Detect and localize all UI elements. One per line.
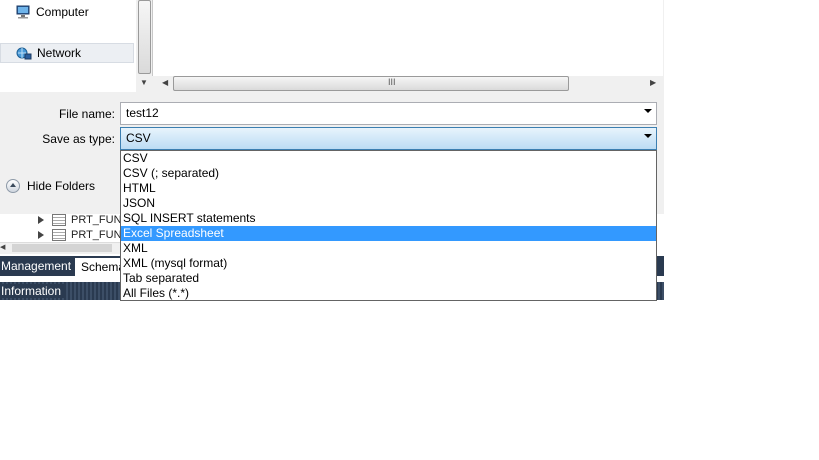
- nav-item-label: Computer: [36, 5, 89, 19]
- file-type-option[interactable]: HTML: [121, 181, 656, 196]
- expand-arrow-icon[interactable]: [38, 216, 44, 224]
- tab-management-label: Management: [1, 259, 72, 273]
- nav-item-label: Network: [37, 46, 82, 60]
- table-icon: [52, 214, 66, 226]
- file-type-option[interactable]: XML: [121, 241, 656, 256]
- file-type-dropdown-list: CSV CSV (; separated) HTML JSON SQL INSE…: [120, 150, 657, 301]
- file-list-horizontal-scrollbar[interactable]: ◀ III ▶: [152, 76, 662, 92]
- file-list-pane[interactable]: [152, 0, 663, 76]
- file-type-option[interactable]: Tab separated: [121, 271, 656, 286]
- save-as-type-select[interactable]: CSV: [120, 127, 657, 150]
- information-label: Information: [1, 284, 65, 298]
- computer-icon: [16, 5, 30, 19]
- file-type-option[interactable]: XML (mysql format): [121, 256, 656, 271]
- file-type-option[interactable]: All Files (*.*): [121, 286, 656, 301]
- scroll-right-icon[interactable]: ▶: [650, 78, 656, 87]
- scroll-thumb[interactable]: [138, 0, 151, 74]
- scroll-thumb[interactable]: III: [173, 76, 569, 91]
- tab-schema[interactable]: Schema: [75, 258, 125, 276]
- nav-item-computer[interactable]: Computer: [0, 2, 134, 22]
- scroll-left-icon[interactable]: ◀: [162, 78, 168, 87]
- file-type-option[interactable]: CSV: [121, 151, 656, 166]
- app-horizontal-scrollbar[interactable]: ◀: [0, 242, 120, 254]
- file-type-option[interactable]: JSON: [121, 196, 656, 211]
- tree-row-label: PRT_FUNI: [71, 229, 125, 241]
- scroll-left-icon[interactable]: ◀: [0, 243, 5, 251]
- chevron-up-icon: [6, 179, 20, 193]
- tree-row-label: PRT_FUN: [71, 214, 122, 226]
- file-type-option-highlighted[interactable]: Excel Spreadsheet: [121, 226, 656, 241]
- expand-arrow-icon[interactable]: [38, 231, 44, 239]
- file-name-value: test12: [126, 106, 159, 120]
- file-type-option[interactable]: CSV (; separated): [121, 166, 656, 181]
- chevron-down-icon[interactable]: [644, 134, 652, 138]
- scroll-down-icon[interactable]: ▼: [140, 78, 148, 87]
- file-type-option[interactable]: SQL INSERT statements: [121, 211, 656, 226]
- chevron-down-icon[interactable]: [644, 109, 652, 113]
- save-as-type-label: Save as type:: [42, 132, 115, 146]
- tab-management[interactable]: Management: [0, 256, 73, 276]
- file-name-label: File name:: [58, 107, 115, 121]
- scroll-grip-icon: III: [388, 77, 396, 87]
- save-as-type-value: CSV: [126, 131, 151, 145]
- scroll-thumb[interactable]: [12, 244, 112, 252]
- nav-item-network[interactable]: Network: [0, 43, 134, 63]
- tab-schema-label: Schema: [81, 260, 126, 274]
- hide-folders-button[interactable]: Hide Folders: [6, 177, 106, 197]
- navigation-pane: Computer Network: [0, 0, 152, 92]
- file-name-input[interactable]: test12: [120, 102, 657, 125]
- network-icon: [16, 47, 32, 60]
- nav-vertical-scrollbar[interactable]: ▼: [136, 0, 152, 92]
- hide-folders-label: Hide Folders: [27, 179, 96, 193]
- table-icon: [52, 229, 66, 241]
